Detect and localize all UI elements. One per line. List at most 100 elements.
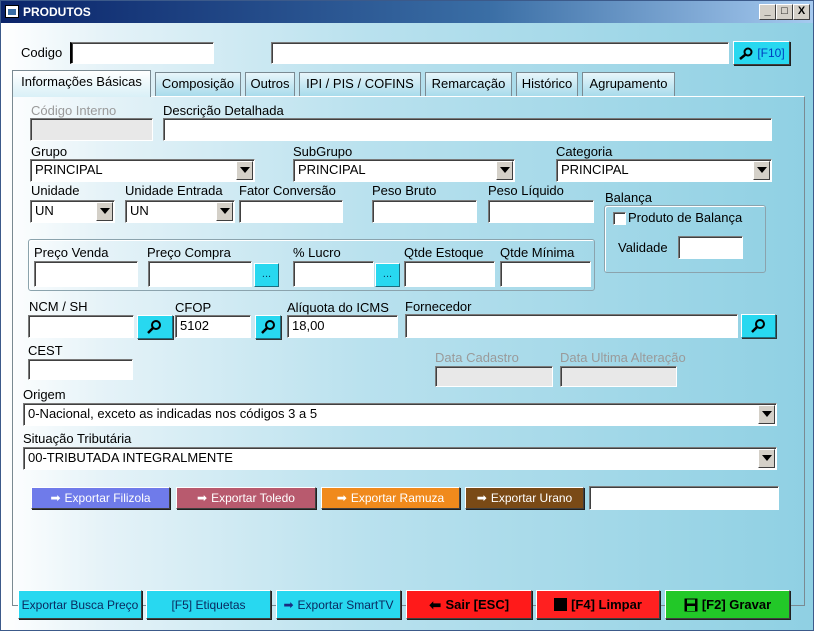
subgrupo-select[interactable]: PRINCIPAL	[293, 159, 515, 182]
codigo-input[interactable]	[70, 42, 214, 64]
tab-outros[interactable]: Outros	[245, 72, 295, 96]
chevron-down-icon[interactable]	[216, 202, 233, 221]
categoria-label: Categoria	[556, 144, 613, 159]
chevron-down-icon[interactable]	[236, 161, 253, 180]
descricao-search-input[interactable]	[271, 42, 729, 64]
qtde-minima-input[interactable]	[500, 261, 591, 287]
preco-compra-input[interactable]	[148, 261, 252, 287]
exportar-toledo-button[interactable]: ➡ Exportar Toledo	[176, 487, 316, 509]
chevron-down-icon[interactable]	[96, 202, 113, 221]
qtde-minima-label: Qtde Mínima	[500, 245, 575, 260]
minimize-button[interactable]: _	[759, 4, 776, 20]
qtde-estoque-input[interactable]	[404, 261, 495, 287]
fornecedor-input[interactable]	[405, 314, 738, 338]
descricao-detalhada-input[interactable]	[163, 118, 772, 141]
limpar-button[interactable]: [F4] Limpar	[536, 590, 660, 619]
grupo-value: PRINCIPAL	[35, 162, 103, 177]
chevron-down-icon[interactable]	[496, 161, 513, 180]
preco-venda-input[interactable]	[34, 261, 138, 287]
unidade-entrada-value: UN	[130, 203, 149, 218]
window-title: PRODUTOS	[23, 5, 91, 19]
data-alteracao-label: Data Ultima Alteração	[560, 350, 686, 365]
subgrupo-label: SubGrupo	[293, 144, 353, 159]
lucro-label: % Lucro	[293, 245, 341, 260]
search-f10-label: [F10]	[757, 46, 785, 60]
export-status-input[interactable]	[589, 486, 779, 510]
unidade-select[interactable]: UN	[30, 200, 115, 223]
app-icon	[5, 5, 19, 18]
chevron-down-icon[interactable]	[753, 161, 770, 180]
origem-select[interactable]: 0-Nacional, exceto as indicadas nos códi…	[23, 403, 777, 426]
arrow-right-icon: ➡	[283, 597, 294, 612]
produto-balanca-checkbox[interactable]	[613, 212, 626, 225]
tab-informacoes-basicas[interactable]: Informações Básicas	[12, 70, 151, 97]
clear-square-icon	[554, 598, 568, 611]
peso-bruto-input[interactable]	[372, 200, 477, 223]
lucro-dots-button[interactable]: ...	[375, 263, 400, 287]
exportar-busca-preco-button[interactable]: Exportar Busca Preço	[18, 590, 142, 619]
exportar-smarttv-button[interactable]: ➡ Exportar SmartTV	[276, 590, 401, 619]
exportar-filizola-button[interactable]: ➡ Exportar Filizola	[31, 487, 170, 509]
cfop-input[interactable]: 5102	[175, 315, 251, 338]
peso-liquido-label: Peso Líquido	[488, 183, 564, 198]
fator-conversao-input[interactable]	[239, 200, 343, 223]
etiquetas-f5-button[interactable]: [F5] Etiquetas	[146, 590, 271, 619]
ncm-search-button[interactable]	[137, 315, 173, 339]
peso-liquido-input[interactable]	[488, 200, 594, 223]
icms-label: Alíquota do ICMS	[287, 300, 389, 315]
ncm-input[interactable]	[28, 315, 134, 338]
arrow-right-icon: ➡	[336, 491, 347, 505]
tab-composicao[interactable]: Composição	[155, 72, 241, 96]
data-cadastro-input	[435, 366, 553, 387]
tab-remarcacao[interactable]: Remarcação	[425, 72, 512, 96]
origem-label: Origem	[23, 387, 66, 402]
data-cadastro-label: Data Cadastro	[435, 350, 519, 365]
categoria-value: PRINCIPAL	[561, 162, 629, 177]
tab-historico[interactable]: Histórico	[516, 72, 578, 96]
cfop-label: CFOP	[175, 300, 212, 315]
lucro-input[interactable]	[293, 261, 374, 287]
magnifier-icon	[751, 319, 765, 333]
situacao-value: 00-TRIBUTADA INTEGRALMENTE	[28, 450, 233, 465]
tab-agrupamento[interactable]: Agrupamento	[582, 72, 675, 96]
exportar-urano-label: Exportar Urano	[490, 491, 573, 505]
tab-ipi-pis-cofins[interactable]: IPI / PIS / COFINS	[299, 72, 421, 96]
exportar-busca-preco-label: Exportar Busca Preço	[21, 597, 139, 612]
magnifier-icon	[261, 320, 275, 334]
chevron-down-icon[interactable]	[758, 405, 775, 424]
cfop-search-button[interactable]	[255, 315, 281, 339]
exportar-ramuza-button[interactable]: ➡ Exportar Ramuza	[321, 487, 460, 509]
chevron-down-icon[interactable]	[758, 449, 775, 468]
subgrupo-value: PRINCIPAL	[298, 162, 366, 177]
icms-input[interactable]: 18,00	[287, 315, 398, 338]
arrow-right-icon: ➡	[197, 491, 208, 505]
exportar-toledo-label: Exportar Toledo	[211, 491, 295, 505]
search-f10-button[interactable]: [F10]	[733, 41, 790, 65]
balanca-label: Balança	[605, 190, 652, 205]
sair-button[interactable]: ⬅ Sair [ESC]	[406, 590, 532, 619]
exportar-urano-button[interactable]: ➡ Exportar Urano	[465, 487, 584, 509]
grupo-select[interactable]: PRINCIPAL	[30, 159, 255, 182]
fornecedor-search-button[interactable]	[741, 314, 776, 338]
situacao-select[interactable]: 00-TRIBUTADA INTEGRALMENTE	[23, 447, 777, 470]
gravar-button[interactable]: [F2] Gravar	[665, 590, 790, 619]
unidade-entrada-label: Unidade Entrada	[125, 183, 223, 198]
floppy-disk-icon	[684, 598, 698, 611]
exportar-smarttv-label: Exportar SmartTV	[297, 597, 394, 612]
produto-balanca-label: Produto de Balança	[628, 210, 743, 225]
magnifier-icon	[147, 320, 161, 334]
preco-venda-label: Preço Venda	[34, 245, 109, 260]
codigo-label: Codigo	[21, 45, 63, 60]
fator-conversao-label: Fator Conversão	[239, 183, 336, 198]
ncm-label: NCM / SH	[29, 299, 88, 314]
maximize-button[interactable]: □	[776, 4, 793, 20]
exportar-filizola-label: Exportar Filizola	[64, 491, 151, 505]
cest-input[interactable]	[28, 359, 133, 380]
categoria-select[interactable]: PRINCIPAL	[556, 159, 772, 182]
validade-input[interactable]	[678, 236, 743, 259]
qtde-estoque-label: Qtde Estoque	[404, 245, 484, 260]
cest-label: CEST	[28, 343, 63, 358]
unidade-entrada-select[interactable]: UN	[125, 200, 235, 223]
preco-compra-dots-button[interactable]: ...	[254, 263, 279, 287]
close-button[interactable]: X	[793, 4, 810, 20]
